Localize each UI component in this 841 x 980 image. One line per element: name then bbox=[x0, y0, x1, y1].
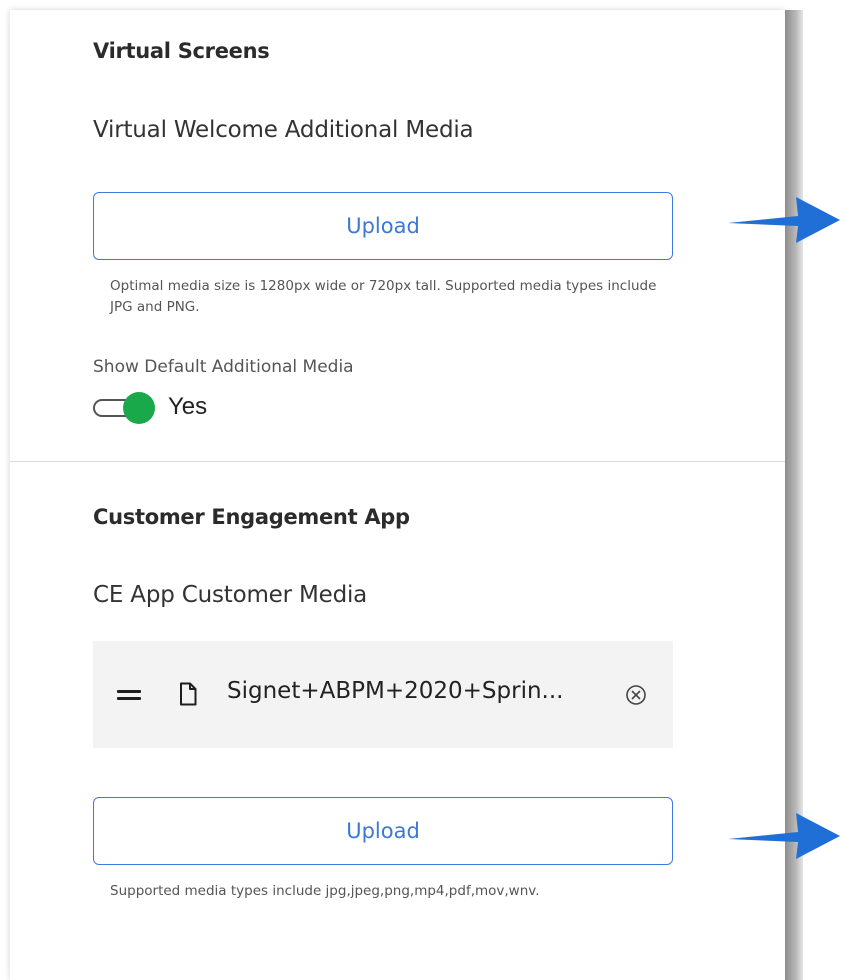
virtual-welcome-media-label: Virtual Welcome Additional Media bbox=[93, 117, 474, 143]
show-default-media-label: Show Default Additional Media bbox=[93, 357, 354, 377]
arrow-right-icon bbox=[728, 813, 840, 859]
additional-media-help-text: Optimal media size is 1280px wide or 720… bbox=[110, 278, 657, 315]
remove-circle-icon[interactable] bbox=[625, 684, 647, 706]
section-divider bbox=[10, 461, 785, 462]
file-list-item: Signet+ABPM+2020+Sprin... bbox=[93, 641, 673, 748]
drag-handle-icon[interactable] bbox=[117, 690, 141, 700]
upload-button-label: Upload bbox=[346, 214, 420, 238]
upload-additional-media-button[interactable]: Upload bbox=[93, 192, 673, 260]
upload-button-label: Upload bbox=[346, 819, 420, 843]
show-default-media-toggle[interactable] bbox=[93, 392, 155, 424]
ce-app-media-label: CE App Customer Media bbox=[93, 582, 368, 608]
upload-ce-media-button[interactable]: Upload bbox=[93, 797, 673, 865]
ce-media-help-text: Supported media types include jpg,jpeg,p… bbox=[110, 883, 540, 899]
virtual-screens-title: Virtual Screens bbox=[93, 39, 270, 63]
toggle-state-label: Yes bbox=[168, 393, 208, 420]
toggle-knob bbox=[123, 392, 155, 424]
file-name: Signet+ABPM+2020+Sprin... bbox=[227, 678, 564, 704]
arrow-right-icon bbox=[728, 197, 840, 243]
file-icon bbox=[180, 682, 197, 706]
customer-engagement-title: Customer Engagement App bbox=[93, 505, 410, 529]
